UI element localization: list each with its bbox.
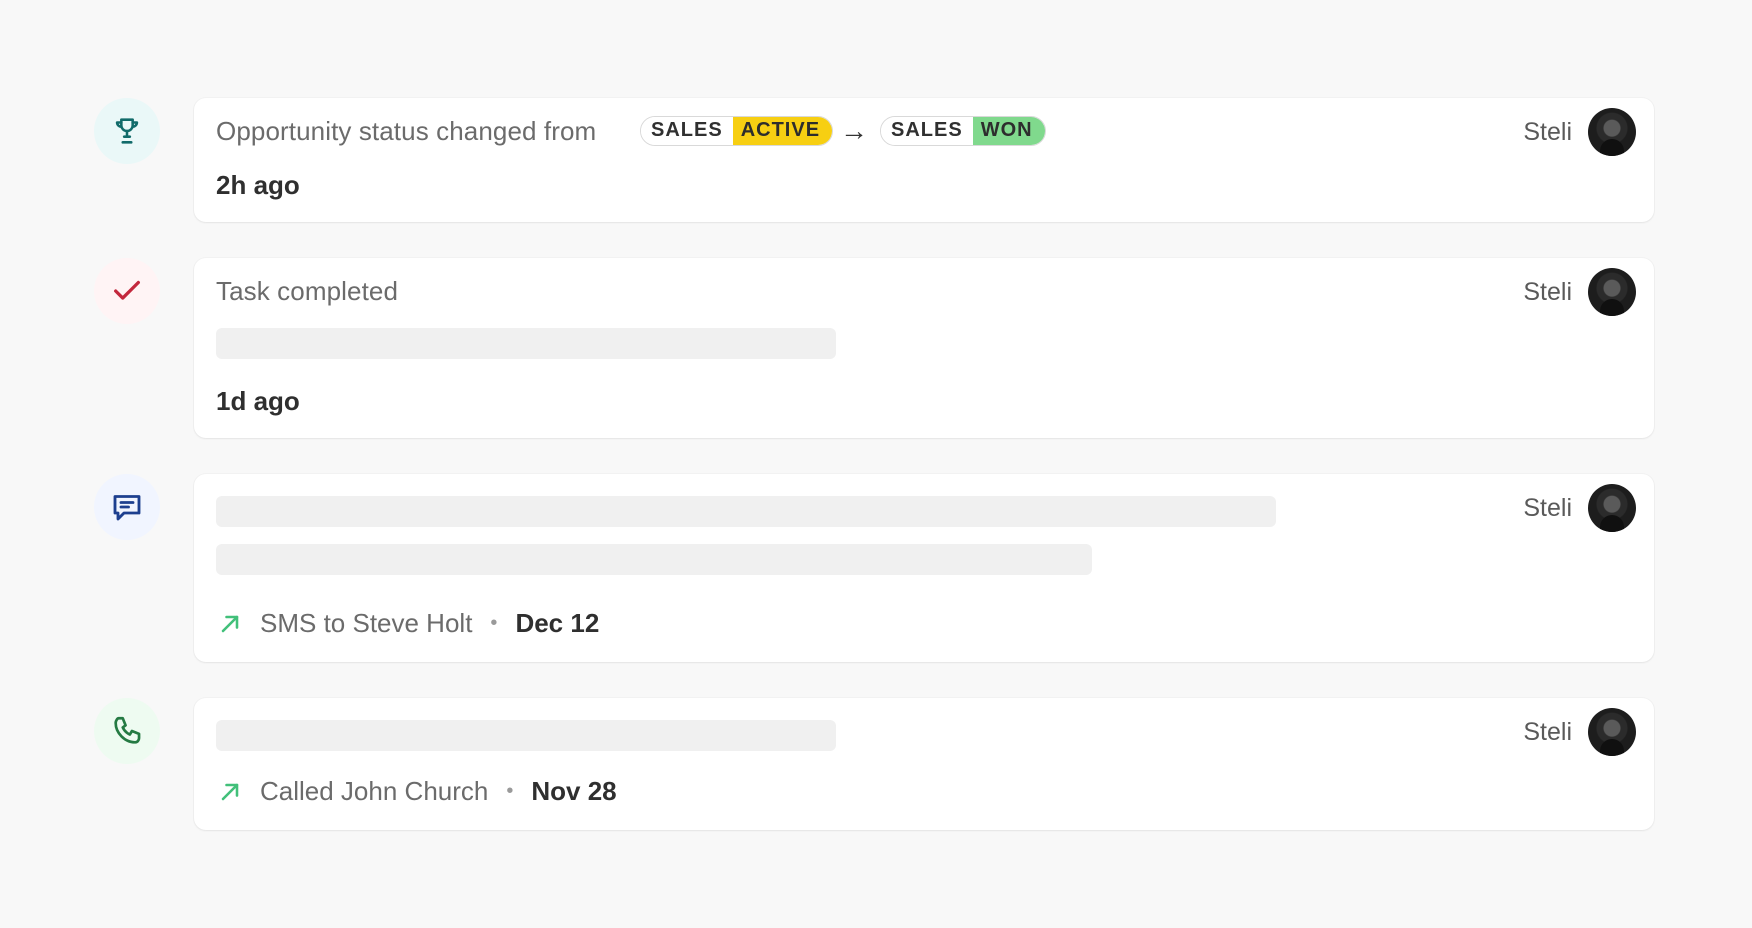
status-change-card[interactable]: Opportunity status changed from SALES AC…: [194, 98, 1654, 222]
message-icon: [113, 495, 141, 521]
separator-dot: •: [490, 612, 498, 634]
message-line-placeholder: [216, 544, 1092, 575]
sms-event: SMS to Steve Holt • Dec 12 Steli: [0, 474, 1752, 662]
owner-name: Steli: [1523, 493, 1572, 522]
message-line-placeholder: [216, 496, 1276, 527]
trophy-icon: [115, 118, 139, 144]
owner-name: Steli: [1523, 117, 1572, 146]
task-completed-card[interactable]: Task completed 1d ago Steli: [194, 258, 1654, 438]
event-time: 1d ago: [216, 386, 300, 416]
outbound-arrow-icon: [221, 783, 239, 800]
trophy-icon-container: [94, 98, 160, 164]
owner-name: Steli: [1523, 277, 1572, 306]
event-owner[interactable]: Steli: [1523, 268, 1636, 316]
message-icon-container: [94, 474, 160, 540]
separator-dot: •: [506, 780, 514, 802]
to-status-badge: SALES WON: [880, 116, 1046, 146]
sms-card[interactable]: SMS to Steve Holt • Dec 12 Steli: [194, 474, 1654, 662]
to-status-label: WON: [972, 117, 1045, 145]
from-status-label: ACTIVE: [732, 117, 833, 145]
user-avatar[interactable]: [1588, 708, 1636, 756]
outbound-arrow-icon: [221, 615, 239, 632]
sms-activity-line[interactable]: SMS to Steve Holt • Dec 12: [216, 608, 599, 639]
call-activity-line[interactable]: Called John Church • Nov 28: [216, 776, 617, 807]
phone-icon-container: [94, 698, 160, 764]
task-content-placeholder: [216, 328, 836, 359]
activity-feed: Opportunity status changed from SALES AC…: [0, 0, 1752, 928]
to-status-type: SALES: [881, 117, 973, 145]
call-note-placeholder: [216, 720, 836, 751]
sms-recipient-text: SMS to Steve Holt: [260, 608, 473, 638]
phone-icon: [114, 716, 141, 744]
status-change-event: Opportunity status changed from SALES AC…: [0, 98, 1752, 222]
event-owner[interactable]: Steli: [1523, 708, 1636, 756]
user-avatar[interactable]: [1588, 108, 1636, 156]
activity-date: Nov 28: [531, 776, 617, 806]
event-title: Task completed: [216, 276, 399, 306]
call-event: Called John Church • Nov 28 Steli: [0, 698, 1752, 830]
task-completed-event: Task completed 1d ago Steli: [0, 258, 1752, 438]
event-owner[interactable]: Steli: [1523, 484, 1636, 532]
call-contact-text: Called John Church: [260, 776, 489, 806]
user-avatar[interactable]: [1588, 484, 1636, 532]
event-title: Opportunity status changed from: [216, 116, 597, 146]
user-avatar[interactable]: [1588, 268, 1636, 316]
activity-date: Dec 12: [515, 608, 600, 638]
check-icon-container: [94, 258, 160, 324]
owner-name: Steli: [1523, 717, 1572, 746]
status-transition-arrow: →: [840, 115, 868, 146]
from-status-type: SALES: [641, 117, 733, 145]
event-owner[interactable]: Steli: [1523, 108, 1636, 156]
event-time: 2h ago: [216, 170, 300, 200]
check-icon: [114, 280, 140, 300]
call-card[interactable]: Called John Church • Nov 28 Steli: [194, 698, 1654, 830]
from-status-badge: SALES ACTIVE: [640, 116, 834, 146]
